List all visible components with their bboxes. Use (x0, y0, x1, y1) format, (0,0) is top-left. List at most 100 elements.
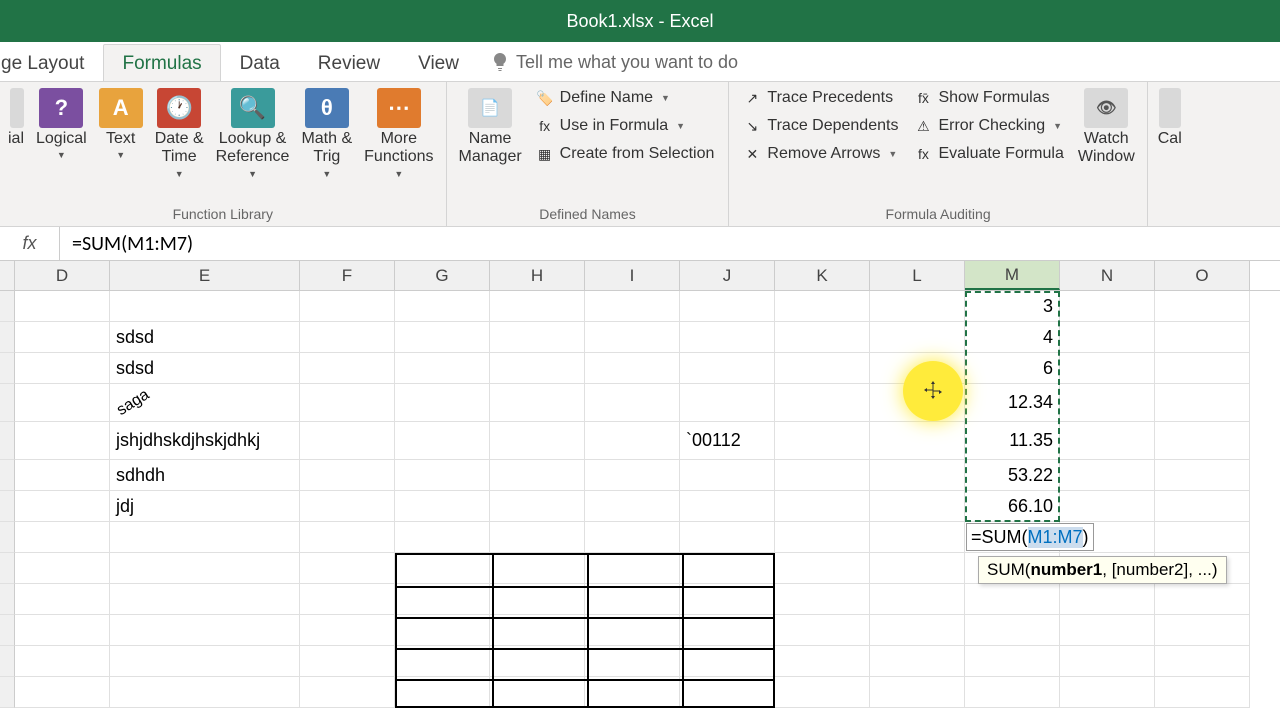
table-row: jdj 66.10 (0, 491, 1280, 522)
name-manager-icon: 📄 (468, 88, 512, 128)
create-from-selection-button[interactable]: ▦ Create from Selection (530, 142, 721, 166)
table-row (0, 584, 1280, 615)
insert-function-button[interactable]: fx (0, 227, 60, 260)
col-header-O[interactable]: O (1155, 261, 1250, 290)
watch-window-icon: 👁 (1084, 88, 1128, 128)
financial-button[interactable]: ial (8, 86, 28, 150)
chevron-down-icon: ▼ (248, 169, 257, 179)
col-header-E[interactable]: E (110, 261, 300, 290)
spreadsheet-grid[interactable]: D E F G H I J K L M N O 3 sdsd 4 sdsd 6 sa… (0, 261, 1280, 708)
cell-J5[interactable]: `00112 (680, 422, 775, 460)
tell-me-placeholder: Tell me what you want to do (516, 52, 738, 73)
group-label: Defined Names (455, 204, 721, 224)
col-header-J[interactable]: J (680, 261, 775, 290)
tell-me-search[interactable]: Tell me what you want to do (478, 44, 752, 81)
cell-E2[interactable]: sdsd (110, 322, 300, 353)
name-manager-button[interactable]: 📄 Name Manager (455, 86, 526, 169)
show-formulas-button[interactable]: fx̄ Show Formulas (908, 86, 1069, 110)
cursor-highlight (903, 361, 963, 421)
col-header-G[interactable]: G (395, 261, 490, 290)
formula-bar: fx =SUM(M1:M7) (0, 227, 1280, 261)
chevron-down-icon: ▼ (1053, 121, 1062, 131)
watch-window-button[interactable]: 👁 Watch Window (1074, 86, 1139, 169)
use-in-formula-button[interactable]: fx Use in Formula ▼ (530, 114, 721, 138)
tab-formulas[interactable]: Formulas (103, 44, 220, 81)
cell-E3[interactable]: sdsd (110, 353, 300, 384)
col-header-M[interactable]: M (965, 261, 1060, 290)
col-header-L[interactable]: L (870, 261, 965, 290)
remove-arrows-button[interactable]: ✕ Remove Arrows ▼ (737, 142, 904, 166)
table-row (0, 677, 1280, 708)
calc-icon (1159, 88, 1181, 128)
cell-M3[interactable]: 6 (965, 353, 1060, 384)
chevron-down-icon: ▼ (394, 169, 403, 179)
more-functions-button[interactable]: ⋯ More Functions ▼ (360, 86, 437, 181)
move-cursor-icon (921, 379, 945, 403)
cell-E4[interactable]: saga (110, 384, 300, 422)
lookup-icon: 🔍 (231, 88, 275, 128)
tab-data[interactable]: Data (221, 44, 299, 81)
more-icon: ⋯ (377, 88, 421, 128)
ribbon-group-function-library: ial ? Logical ▼ A Text ▼ 🕐 Date & Time ▼… (0, 82, 447, 226)
cell-M7[interactable]: 66.10 (965, 491, 1060, 522)
group-label: Function Library (8, 204, 438, 224)
chevron-down-icon: ▼ (175, 169, 184, 179)
col-header-K[interactable]: K (775, 261, 870, 290)
chevron-down-icon: ▼ (57, 150, 66, 160)
tab-review[interactable]: Review (299, 44, 399, 81)
error-checking-button[interactable]: ⚠ Error Checking ▼ (908, 114, 1069, 138)
define-name-button[interactable]: 🏷️ Define Name ▼ (530, 86, 721, 110)
cell-M4[interactable]: 12.34 (965, 384, 1060, 422)
tab-view[interactable]: View (399, 44, 478, 81)
active-formula-cell[interactable]: =SUM(M1:M7) (966, 523, 1094, 551)
selection-icon: ▦ (536, 145, 554, 163)
evaluate-icon: fx (914, 145, 932, 163)
text-button[interactable]: A Text ▼ (95, 86, 147, 162)
logical-icon: ? (39, 88, 83, 128)
financial-icon (10, 88, 24, 128)
table-row: saga 12.34 (0, 384, 1280, 422)
app-title: Book1.xlsx - Excel (566, 11, 713, 32)
table-row: sdsd 4 (0, 322, 1280, 353)
date-time-button[interactable]: 🕐 Date & Time ▼ (151, 86, 208, 181)
lookup-reference-button[interactable]: 🔍 Lookup & Reference ▼ (212, 86, 294, 181)
show-formulas-icon: fx̄ (914, 89, 932, 107)
logical-button[interactable]: ? Logical ▼ (32, 86, 91, 162)
col-header-I[interactable]: I (585, 261, 680, 290)
table-row (0, 646, 1280, 677)
col-header-F[interactable]: F (300, 261, 395, 290)
table-row: sdsd 6 (0, 353, 1280, 384)
cell-M1[interactable]: 3 (965, 291, 1060, 322)
cell-M2[interactable]: 4 (965, 322, 1060, 353)
formula-input[interactable]: =SUM(M1:M7) (60, 232, 1280, 256)
trace-dependents-icon: ↘ (743, 117, 761, 135)
chevron-down-icon: ▼ (676, 121, 685, 131)
col-header-H[interactable]: H (490, 261, 585, 290)
trace-precedents-icon: ↗ (743, 89, 761, 107)
text-icon: A (99, 88, 143, 128)
lightbulb-icon (492, 53, 508, 73)
trace-precedents-button[interactable]: ↗ Trace Precedents (737, 86, 904, 110)
ribbon-tabs: ge Layout Formulas Data Review View Tell… (0, 42, 1280, 82)
col-header-N[interactable]: N (1060, 261, 1155, 290)
chevron-down-icon: ▼ (661, 93, 670, 103)
cell-M5[interactable]: 11.35 (965, 422, 1060, 460)
chevron-down-icon: ▼ (116, 150, 125, 160)
cell-E6[interactable]: sdhdh (110, 460, 300, 491)
math-trig-button[interactable]: θ Math & Trig ▼ (297, 86, 356, 181)
column-headers: D E F G H I J K L M N O (0, 261, 1280, 291)
tab-page-layout[interactable]: ge Layout (0, 44, 103, 81)
cell-M6[interactable]: 53.22 (965, 460, 1060, 491)
trace-dependents-button[interactable]: ↘ Trace Dependents (737, 114, 904, 138)
calculation-options-button[interactable]: Cal (1156, 86, 1184, 150)
col-header-D[interactable]: D (15, 261, 110, 290)
table-row: jshjdhskdjhskjdhkj `00112 11.35 (0, 422, 1280, 460)
select-all-corner[interactable] (0, 261, 15, 290)
cell-E7[interactable]: jdj (110, 491, 300, 522)
cell-E5[interactable]: jshjdhskdjhskjdhkj (110, 422, 300, 460)
ribbon: ial ? Logical ▼ A Text ▼ 🕐 Date & Time ▼… (0, 82, 1280, 227)
evaluate-formula-button[interactable]: fx Evaluate Formula (908, 142, 1069, 166)
fx-icon: fx (536, 117, 554, 135)
ribbon-group-calculation: Cal (1148, 82, 1192, 226)
function-tooltip: SUM(number1, [number2], ...) (978, 556, 1227, 584)
